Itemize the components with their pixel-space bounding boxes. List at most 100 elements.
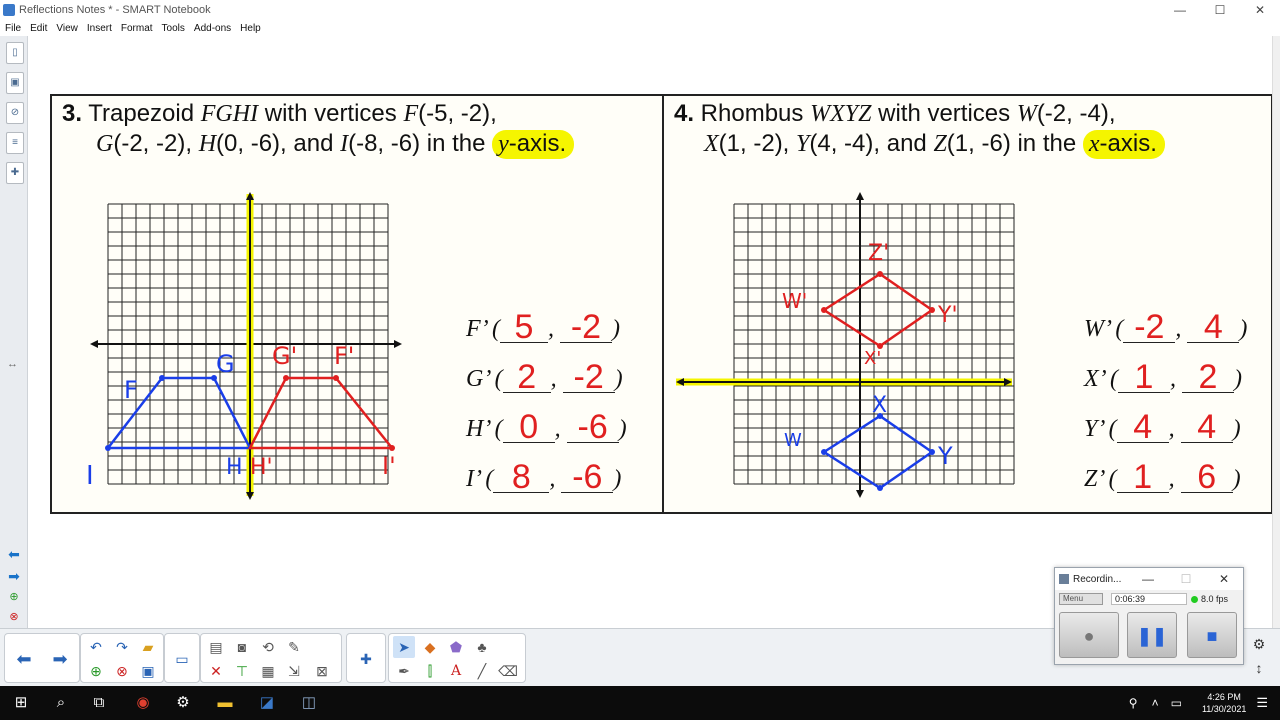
delete-page-toolbar-icon[interactable]: ⊗ — [111, 660, 133, 682]
settings-gear-icon[interactable]: ⚙ — [1244, 632, 1274, 656]
problem3-graph: F G I H H' G' F' I' — [86, 192, 402, 500]
recorder-taskbar-icon[interactable]: ◫ — [298, 692, 320, 714]
battery-icon[interactable]: ▭ — [1171, 696, 1182, 710]
close-tool-icon[interactable]: ⊠ — [311, 660, 333, 682]
minimize-button[interactable]: — — [1160, 0, 1200, 20]
label-i-prime: I' — [382, 452, 396, 480]
add-page-icon[interactable]: ⊕ — [6, 590, 22, 603]
label-w: W — [784, 430, 802, 451]
maximize-button[interactable]: ☐ — [1200, 0, 1240, 20]
previous-page-arrow-icon[interactable]: ⬅ — [6, 546, 22, 563]
move-toolbar-icon[interactable]: ↕ — [1244, 656, 1274, 680]
answer-x[interactable]: 1 — [1117, 360, 1170, 394]
spelling-icon[interactable]: ✎ — [283, 636, 305, 658]
problem4-axis-var: x — [1088, 131, 1100, 157]
fill-icon[interactable]: ♣ — [471, 636, 493, 658]
menu-view[interactable]: View — [51, 23, 82, 34]
recorder-close-button[interactable]: ✕ — [1205, 568, 1243, 590]
gallery-tab-icon[interactable]: ▣ — [6, 72, 24, 94]
screen-capture-toolbar-icon[interactable]: ⊤ — [231, 660, 253, 682]
answer-x[interactable]: 4 — [1116, 410, 1169, 444]
title-bar: Reflections Notes * - SMART Notebook — ☐… — [0, 0, 1280, 20]
select-icon[interactable]: ➤ — [393, 636, 415, 658]
full-screen-icon[interactable]: ⇲ — [283, 660, 305, 682]
record-button[interactable]: ● — [1059, 612, 1119, 658]
menu-format[interactable]: Format — [116, 23, 157, 34]
redo-icon[interactable]: ↷ — [111, 636, 133, 658]
recorder-maximize-button[interactable]: ☐ — [1167, 568, 1205, 590]
properties-tab-icon[interactable]: ≡ — [6, 132, 24, 154]
answer-y[interactable]: 6 — [1180, 460, 1233, 494]
notebook-canvas[interactable]: 3. Trapezoid FGHI with vertices F(-5, -2… — [28, 36, 1273, 628]
answer-y[interactable]: 2 — [1181, 360, 1234, 394]
stop-button[interactable]: ■ — [1187, 612, 1237, 658]
shapes-icon[interactable]: ◆ — [419, 636, 441, 658]
task-view-icon[interactable]: ⧉ — [88, 692, 110, 714]
save-icon[interactable]: ▣ — [137, 660, 159, 682]
answer-x[interactable]: 1 — [1116, 460, 1169, 494]
pen-icon[interactable]: ✒ — [393, 660, 415, 682]
next-page-icon[interactable]: ➡ — [49, 648, 71, 670]
answer-y[interactable]: -6 — [566, 410, 619, 444]
answer-y[interactable]: 4 — [1180, 410, 1233, 444]
attachments-tab-icon[interactable]: ⊘ — [6, 102, 24, 124]
addons-tab-icon[interactable]: ✚ — [6, 162, 24, 184]
answer-y[interactable]: -2 — [562, 360, 615, 394]
label-x-prime: X' — [864, 348, 881, 369]
text-icon[interactable]: A — [445, 660, 467, 682]
search-icon[interactable]: ⌕ — [50, 692, 72, 714]
previous-page-icon[interactable]: ⬅ — [13, 648, 35, 670]
collapse-handle-icon[interactable]: ↔ — [7, 358, 18, 370]
add-page-toolbar-icon[interactable]: ⊕ — [85, 660, 107, 682]
delete-icon[interactable]: ✕ — [205, 660, 227, 682]
vertical-scrollbar[interactable] — [1272, 36, 1280, 628]
answer-x[interactable]: 5 — [499, 310, 548, 344]
menu-bar: File Edit View Insert Format Tools Add-o… — [0, 20, 1280, 36]
problem4-axis-text: -axis. — [1099, 130, 1157, 157]
eraser-icon[interactable]: ⌫ — [497, 660, 519, 682]
show-hidden-icons[interactable]: ˄ — [1152, 696, 1159, 710]
problem4-line2: X(1, -2), Y(4, -4), and Z(1, -6) in the … — [704, 130, 1165, 159]
notifications-icon[interactable]: ☰ — [1256, 695, 1268, 711]
clock[interactable]: 4:26 PM 11/30/2021 — [1202, 691, 1246, 715]
screen-capture-icon[interactable]: ⟲ — [257, 636, 279, 658]
menu-addons[interactable]: Add-ons — [189, 23, 235, 34]
paste-icon[interactable]: ▤ — [205, 636, 227, 658]
answer-x[interactable]: 8 — [493, 460, 550, 494]
recorder-menu-button[interactable]: Menu — [1059, 593, 1103, 605]
answer-y[interactable]: -6 — [561, 460, 614, 494]
answer-y[interactable]: -2 — [559, 310, 612, 344]
close-button[interactable]: ✕ — [1240, 0, 1280, 20]
open-file-icon[interactable]: ▰ — [137, 636, 159, 658]
recorder-minimize-button[interactable]: — — [1129, 568, 1167, 590]
smart-notebook-taskbar-icon[interactable]: ◪ — [256, 692, 278, 714]
recorder-fps-value: 8.0 fps — [1201, 594, 1229, 604]
chrome-icon[interactable]: ◉ — [132, 692, 154, 714]
answer-x[interactable]: -2 — [1123, 310, 1176, 344]
menu-tools[interactable]: Tools — [157, 23, 189, 34]
next-page-arrow-icon[interactable]: ➡ — [6, 568, 22, 585]
problem4-shape-name: WXYZ — [810, 101, 872, 127]
answer-y[interactable]: 4 — [1187, 310, 1240, 344]
camera-icon[interactable]: ◙ — [231, 636, 253, 658]
screen-shade-icon[interactable]: ▭ — [171, 648, 193, 670]
page-sorter-tab-icon[interactable]: ▯ — [6, 42, 24, 64]
undo-icon[interactable]: ↶ — [85, 636, 107, 658]
people-icon[interactable]: ⚲ — [1129, 696, 1138, 710]
settings-icon[interactable]: ⚙ — [172, 692, 194, 714]
menu-file[interactable]: File — [0, 23, 25, 34]
menu-help[interactable]: Help — [235, 23, 265, 34]
answer-x[interactable]: 2 — [502, 360, 551, 394]
delete-page-icon[interactable]: ⊗ — [6, 610, 22, 623]
menu-insert[interactable]: Insert — [82, 23, 116, 34]
table-icon[interactable]: ▦ — [257, 660, 279, 682]
creative-pen-icon[interactable]: ⫿ — [419, 660, 441, 682]
file-explorer-icon[interactable]: ▬ — [214, 692, 236, 714]
magic-pen-icon[interactable]: ⬟ — [445, 636, 467, 658]
pause-button[interactable]: ❚❚ — [1127, 612, 1177, 658]
addon-icon[interactable]: ✚ — [355, 648, 377, 670]
menu-edit[interactable]: Edit — [25, 23, 51, 34]
line-icon[interactable]: ╱ — [471, 660, 493, 682]
windows-start-icon[interactable]: ⊞ — [10, 692, 32, 714]
answer-x[interactable]: 0 — [502, 410, 555, 444]
